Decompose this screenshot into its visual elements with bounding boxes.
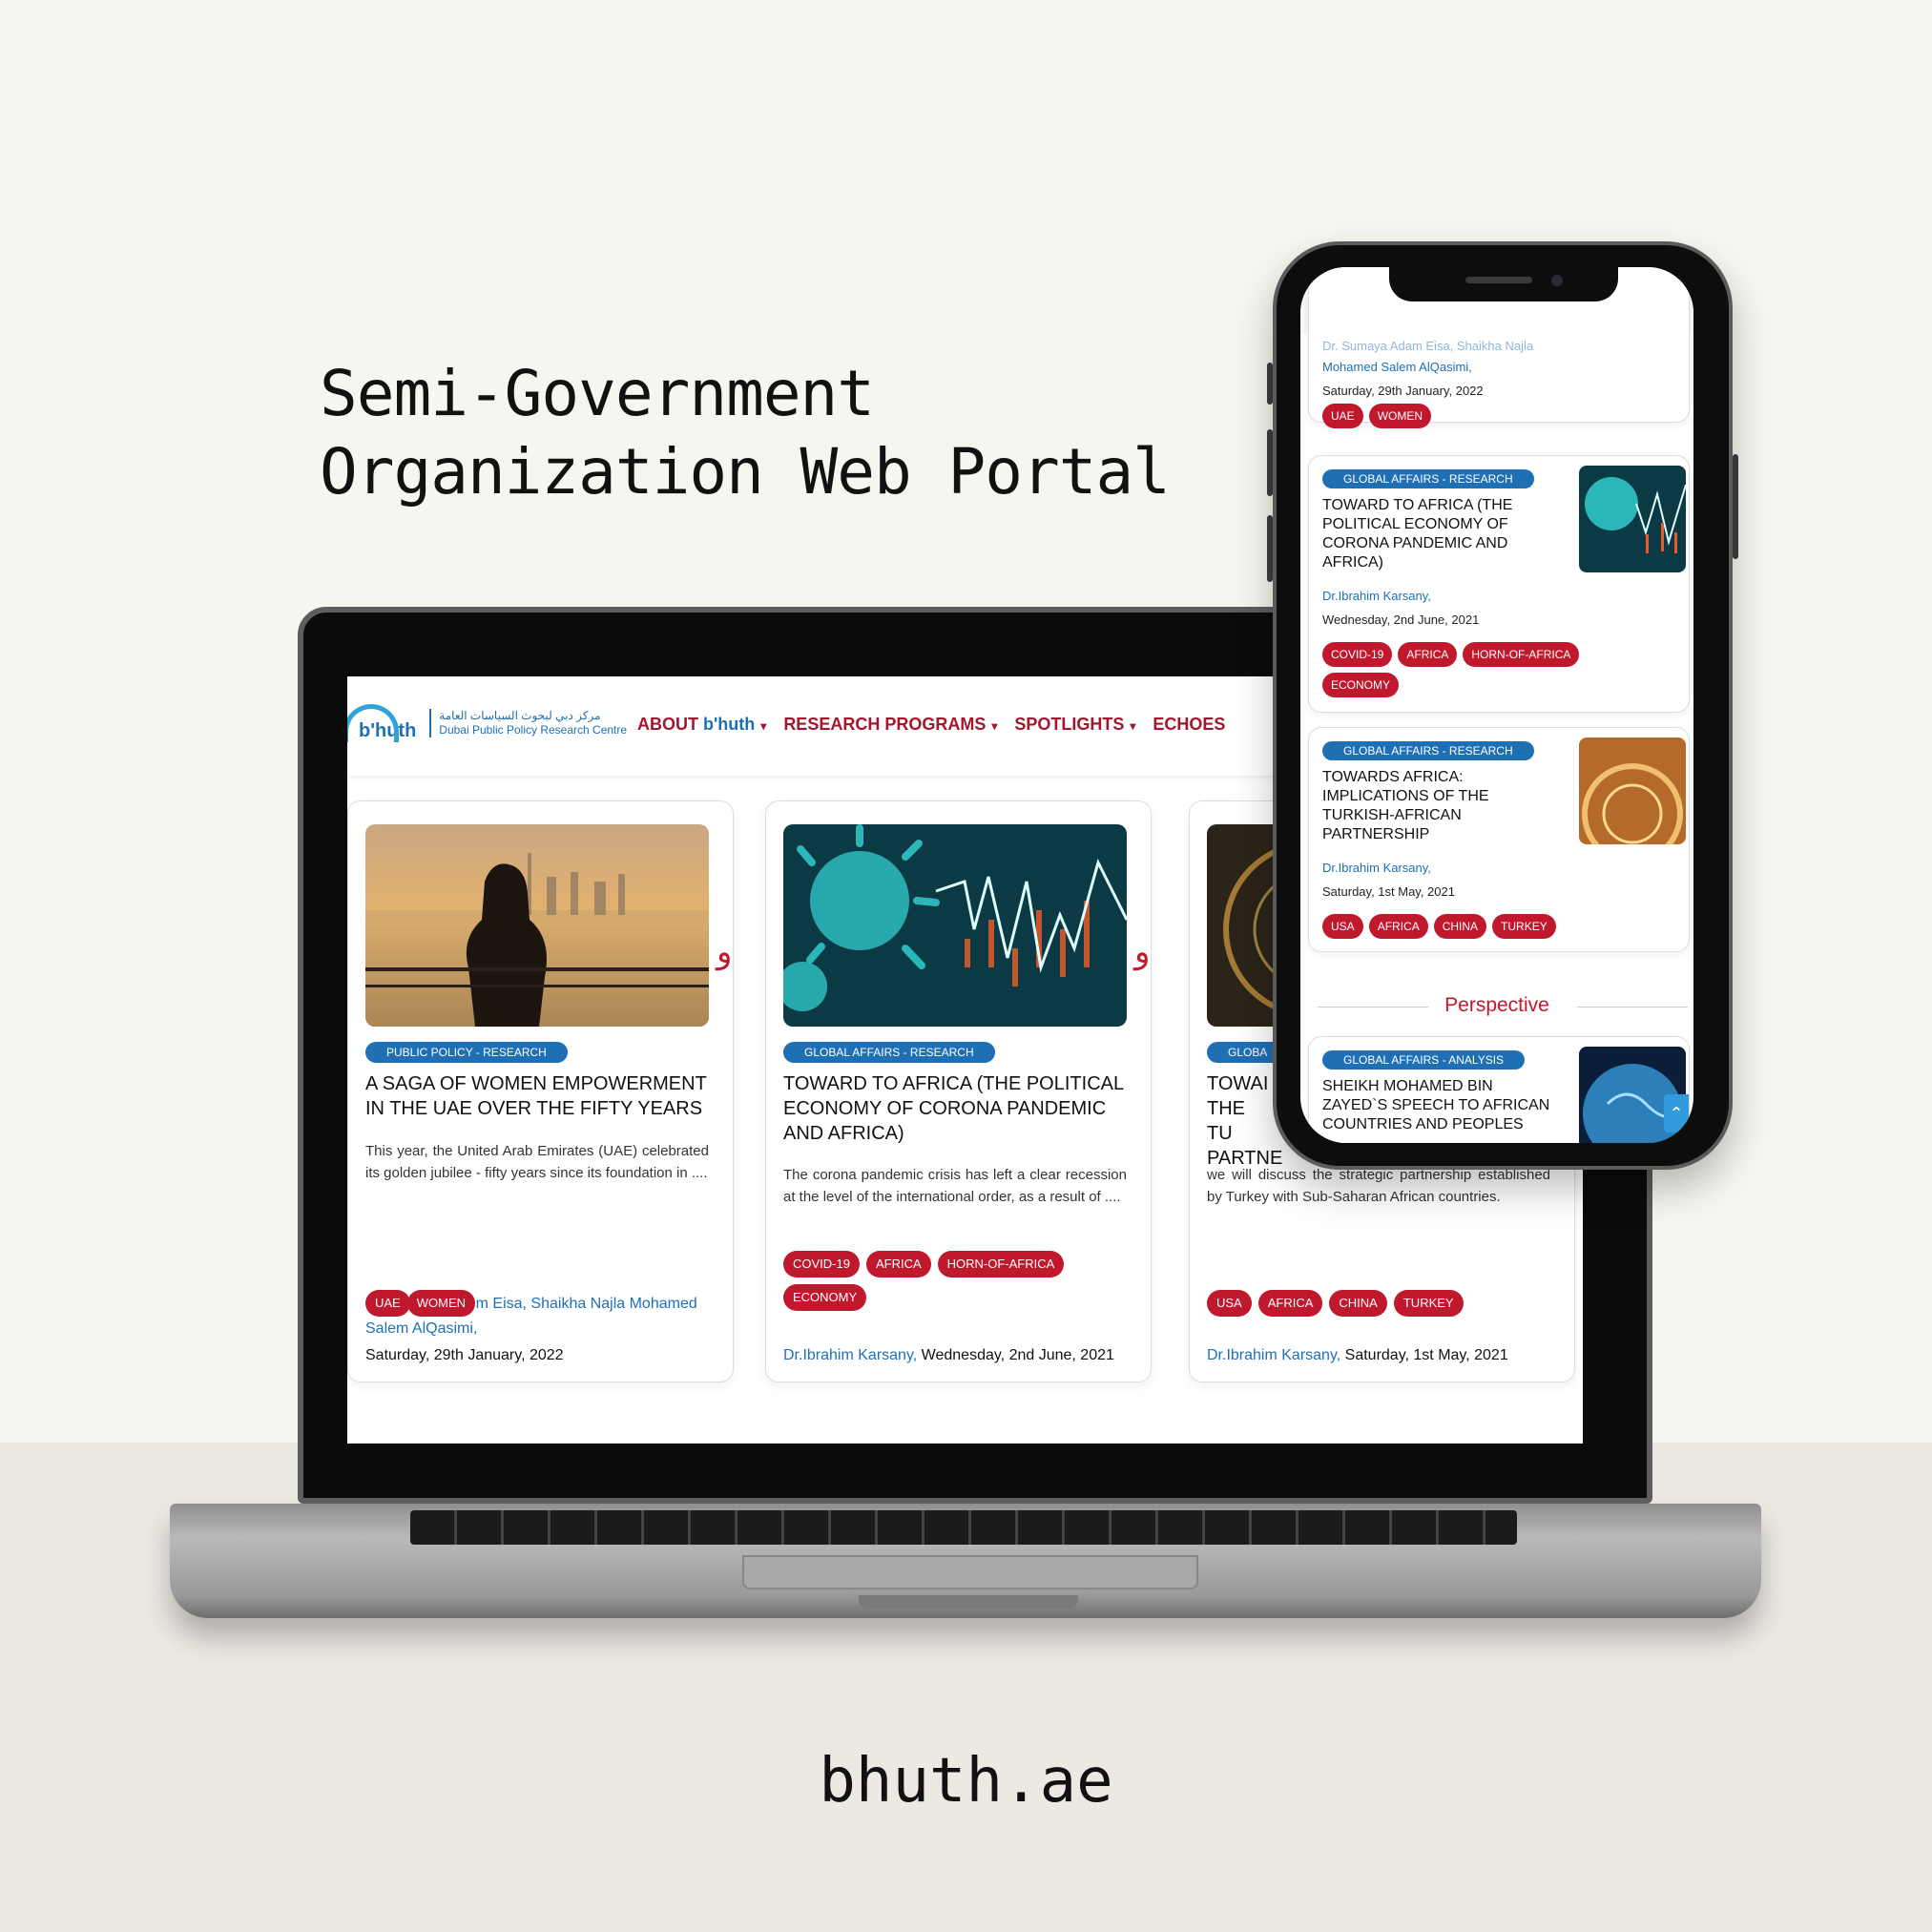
article-title[interactable]: TOWARDS AFRICA: IMPLICATIONS OF THE TURK… (1322, 768, 1532, 844)
tag[interactable]: USA (1207, 1290, 1252, 1317)
article-excerpt: This year, the United Arab Emirates (UAE… (365, 1143, 709, 1181)
laptop-keyboard (410, 1510, 1517, 1545)
tag[interactable]: UAE (365, 1290, 410, 1317)
tag[interactable]: AFRICA (1368, 914, 1428, 939)
phone-tag-list: UAE WOMEN (1322, 404, 1609, 428)
article-image-virus-chart[interactable] (1579, 466, 1686, 572)
article-author-name: Dr.Ibrahim Karsany, (1207, 1347, 1341, 1363)
nav-spotlights[interactable]: SPOTLIGHTS ▾ (1014, 715, 1135, 735)
article-date: Saturday, 1st May, 2021 (1322, 884, 1455, 899)
tag[interactable]: UAE (1322, 404, 1363, 428)
phone-tag-list: USA AFRICA CHINA TURKEY (1322, 914, 1609, 939)
phone-article-author-partial: Dr. Sumaya Adam Eisa, Shaikha Najla (1322, 339, 1534, 353)
article-title[interactable]: TOWARD TO AFRICA (THE POLITICAL ECONOMY … (1322, 496, 1532, 572)
tag[interactable]: WOMEN (406, 1290, 476, 1317)
chevron-down-icon: ▾ (991, 719, 998, 733)
footer-url: bhuth.ae (819, 1746, 1113, 1817)
section-title: Perspective (1444, 994, 1549, 1016)
article-author[interactable]: Dr.Ibrahim Karsany, Saturday, 1st May, 2… (1207, 1343, 1550, 1368)
category-badge[interactable]: GLOBAL AFFAIRS - ANALYSIS (1322, 1050, 1526, 1070)
brand-accent-glyph: و (1134, 933, 1151, 971)
nav-research-label: RESEARCH PROGRAMS (783, 715, 987, 734)
logo-english: Dubai Public Policy Research Centre (439, 722, 628, 737)
category-badge[interactable]: GLOBAL AFFAIRS - RESEARCH (1322, 469, 1534, 488)
tag[interactable]: ECONOMY (783, 1284, 867, 1311)
article-date: Saturday, 29th January, 2022 (365, 1347, 564, 1363)
category-badge[interactable]: GLOBAL AFFAIRS - RESEARCH (783, 1042, 995, 1063)
headline-line-2: Organization Web Portal (320, 435, 1171, 509)
phone-article-author[interactable]: Mohamed Salem AlQasimi, (1322, 360, 1472, 374)
tag[interactable]: TURKEY (1492, 914, 1556, 939)
tag[interactable]: AFRICA (865, 1251, 931, 1278)
phone-tag-list: COVID-19 AFRICA HORN-OF-AFRICA ECONOMY (1322, 642, 1609, 697)
chevron-down-icon: ▾ (1130, 719, 1136, 733)
article-author[interactable]: Dr.Ibrahim Karsany, (1322, 861, 1431, 875)
phone-article-date: Saturday, 29th January, 2022 (1322, 384, 1484, 398)
nav-about-label: ABOUT (637, 715, 698, 734)
tag[interactable]: COVID-19 (783, 1251, 860, 1278)
tag[interactable]: AFRICA (1257, 1290, 1323, 1317)
logo-arabic: مركز دبي لبحوث السياسات العامة (439, 708, 601, 722)
tag[interactable]: TURKEY (1393, 1290, 1464, 1317)
tag[interactable]: AFRICA (1398, 642, 1458, 667)
logo-mark-icon (347, 703, 399, 742)
category-badge[interactable]: PUBLIC POLICY - RESEARCH (365, 1042, 568, 1063)
article-title[interactable]: TOWAI THE TU PARTNE (1207, 1071, 1282, 1171)
article-date: Wednesday, 2nd June, 2021 (1322, 613, 1480, 627)
article-date: Wednesday, 2nd June, 2021 (921, 1347, 1114, 1363)
laptop-hinge-notch (859, 1595, 1078, 1609)
article-author-name: Dr.Ibrahim Karsany, (783, 1347, 918, 1363)
tag-list: COVID-19 AFRICA HORN-OF-AFRICA ECONOMY (783, 1251, 1070, 1311)
phone-power-button (1733, 454, 1738, 559)
phone-article-card[interactable]: GLOBAL AFFAIRS - RESEARCH TOWARDS AFRICA… (1308, 727, 1690, 952)
headline-line-1: Semi-Government (320, 357, 875, 430)
article-title[interactable]: A SAGA OF WOMEN EMPOWERMENT IN THE UAE O… (365, 1071, 709, 1121)
nav-echoes-label: ECHOES (1153, 715, 1226, 734)
tag[interactable]: CHINA (1329, 1290, 1387, 1317)
site-logo[interactable]: b'huth مركز دبي لبحوث السياسات العامة Du… (347, 703, 627, 742)
tag[interactable]: HORN-OF-AFRICA (1463, 642, 1580, 667)
phone-article-card[interactable]: GLOBAL AFFAIRS - RESEARCH TOWARD TO AFRI… (1308, 455, 1690, 713)
category-badge[interactable]: GLOBAL AFFAIRS - RESEARCH (1322, 741, 1534, 760)
article-excerpt: The corona pandemic crisis has left a cl… (783, 1167, 1127, 1205)
tag[interactable]: COVID-19 (1322, 642, 1393, 667)
article-excerpt: we will discuss the strategic partnershi… (1207, 1167, 1550, 1205)
article-title[interactable]: TOWARD TO AFRICA (THE POLITICAL ECONOMY … (783, 1071, 1127, 1146)
article-author[interactable]: Dr.Ibrahim Karsany, Wednesday, 2nd June,… (783, 1343, 1127, 1368)
nav-about[interactable]: ABOUT b'huth ▾ (637, 715, 766, 735)
nav-about-brand: b'huth (703, 715, 756, 734)
article-image-virus-chart[interactable] (783, 824, 1127, 1027)
nav-spotlights-label: SPOTLIGHTS (1014, 715, 1125, 734)
phone-screen: ≡ b'huth مركز دبي لبحوث السياسات العامة … (1300, 267, 1693, 1143)
section-divider-right (1577, 1007, 1688, 1008)
tag[interactable]: HORN-OF-AFRICA (937, 1251, 1065, 1278)
phone-speaker (1465, 277, 1532, 283)
logo-text: مركز دبي لبحوث السياسات العامة Dubai Pub… (429, 708, 628, 737)
article-date: Saturday, 1st May, 2021 (1344, 1347, 1508, 1363)
tag-list: USA AFRICA CHINA TURKEY (1207, 1290, 1560, 1317)
article-image-globe[interactable] (1579, 737, 1686, 844)
article-author[interactable]: Dr.Ibrahim Karsany, (1322, 589, 1431, 603)
article-title[interactable]: SHEIKH MOHAMED BIN ZAYED`S SPEECH TO AFR… (1322, 1077, 1551, 1134)
article-card[interactable]: و PUBLIC POLICY - RESEARCH A SAGA OF WOM… (347, 800, 734, 1382)
phone-camera-icon (1551, 275, 1563, 286)
tag[interactable]: ECONOMY (1322, 673, 1400, 697)
nav-research-programs[interactable]: RESEARCH PROGRAMS ▾ (783, 715, 997, 735)
laptop-trackpad (742, 1555, 1198, 1589)
headline: Semi-Government Organization Web Portal (320, 355, 1171, 511)
tag[interactable]: CHINA (1433, 914, 1487, 939)
article-image-woman-sunset[interactable] (365, 824, 709, 1027)
tag[interactable]: USA (1322, 914, 1363, 939)
article-card[interactable]: و GLOBAL AFFAIRS - RESEARCH TOWARD TO AF… (765, 800, 1152, 1382)
scroll-to-top-icon[interactable]: ⌃ (1664, 1094, 1689, 1132)
nav-echoes[interactable]: ECHOES (1153, 715, 1225, 735)
phone-article-card[interactable]: GLOBAL AFFAIRS - ANALYSIS SHEIKH MOHAMED… (1308, 1036, 1690, 1143)
brand-accent-glyph: و (717, 933, 733, 971)
tag-list: UAE WOMEN (365, 1290, 718, 1317)
chevron-down-icon: ▾ (760, 719, 767, 733)
tag[interactable]: WOMEN (1368, 404, 1432, 428)
main-menu: ABOUT b'huth ▾ RESEARCH PROGRAMS ▾ SPOTLIG… (637, 715, 1225, 735)
